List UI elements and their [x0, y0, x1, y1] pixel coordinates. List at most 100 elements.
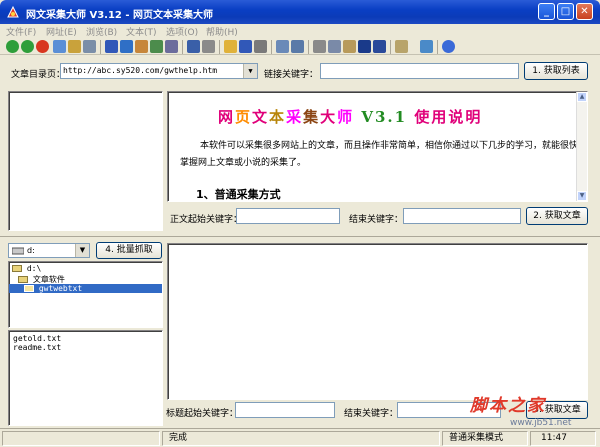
- menu-text[interactable]: 文本(T): [126, 25, 157, 38]
- folder-tree[interactable]: d:\ 文章软件 gwtwebtxt: [8, 261, 163, 328]
- cut-icon[interactable]: [313, 40, 326, 53]
- folder-open-icon: [12, 265, 22, 272]
- status-bar: 完成 普通采集模式 11:47: [0, 428, 600, 447]
- book-icon[interactable]: [150, 40, 163, 53]
- text-start-input[interactable]: [236, 208, 340, 224]
- batch-fetch-button[interactable]: 4. 批量抓取: [96, 242, 162, 259]
- url-value: http://abc.sy520.com/gwthelp.htm: [63, 66, 218, 75]
- doc-scrollbar[interactable]: ▲ ▼: [576, 92, 587, 201]
- status-time: 11:47: [530, 431, 596, 446]
- file-item[interactable]: getold.txt: [13, 334, 61, 343]
- doc-title-char: 明: [465, 108, 483, 126]
- file-list[interactable]: getold.txt readme.txt: [8, 330, 163, 426]
- go-icon[interactable]: [105, 40, 118, 53]
- title-start-label: 标题起始关键字：: [166, 409, 239, 419]
- link-keyword-label: 链接关键字：: [264, 70, 319, 80]
- fetch-icon[interactable]: [120, 40, 133, 53]
- doc-heading: 1、普通采集方式: [196, 188, 281, 201]
- title-bar[interactable]: 网文采集大师 V3.12 - 网页文本采集大师 _ □ ✕: [0, 0, 600, 24]
- tree-item-selected[interactable]: gwtwebtxt: [9, 284, 162, 293]
- doc-title-char: 网: [218, 108, 236, 126]
- stop-icon[interactable]: [36, 40, 49, 53]
- chevron-down-icon[interactable]: ▼: [75, 244, 89, 257]
- drive-icon: [12, 247, 24, 255]
- delete-icon[interactable]: [358, 40, 371, 53]
- drive-select[interactable]: d: ▼: [8, 243, 90, 258]
- tree-item-drive[interactable]: d:\: [12, 264, 41, 273]
- folder-open-icon: [18, 276, 28, 283]
- text-start-label: 正文起始关键字：: [170, 215, 243, 225]
- title-end-label: 结束关键字：: [344, 409, 399, 419]
- menu-browse[interactable]: 浏览(B): [86, 25, 117, 38]
- doc-title: 网页文本采集大师 V3.1 使用说明: [218, 106, 482, 127]
- doc-title-char: 说: [448, 108, 466, 126]
- tools-icon[interactable]: [395, 40, 408, 53]
- app-icon: [7, 5, 19, 18]
- undo-icon[interactable]: [373, 40, 386, 53]
- fetch-list-button[interactable]: 1. 获取列表: [524, 62, 588, 80]
- get-article-button[interactable]: 2. 获取文章: [526, 207, 588, 225]
- doc-title-char: 文: [252, 108, 270, 126]
- back-icon[interactable]: [6, 40, 19, 53]
- scroll-up-icon[interactable]: ▲: [577, 92, 587, 102]
- title-start-input[interactable]: [235, 402, 335, 418]
- url-select[interactable]: http://abc.sy520.com/gwthelp.htm ▼: [60, 63, 258, 79]
- menu-bar: 文件(F) 网址(E) 浏览(B) 文本(T) 选项(O) 帮助(H): [0, 24, 600, 39]
- find-icon[interactable]: [276, 40, 289, 53]
- refresh-icon[interactable]: [53, 40, 66, 53]
- doc-title-char: 集: [303, 108, 321, 126]
- splitter[interactable]: [0, 236, 600, 237]
- doc-title-char: 本: [269, 108, 287, 126]
- home-icon[interactable]: [68, 40, 81, 53]
- save-icon[interactable]: [239, 40, 252, 53]
- menu-url[interactable]: 网址(E): [46, 25, 77, 38]
- help-icon[interactable]: [442, 40, 455, 53]
- status-mode: 普通采集模式: [442, 431, 528, 446]
- text-end-label: 结束关键字：: [349, 215, 404, 225]
- list-icon[interactable]: [165, 40, 178, 53]
- link-keyword-input[interactable]: [320, 63, 519, 79]
- pause-icon[interactable]: [187, 40, 200, 53]
- doc-title-char: 师: [337, 108, 355, 126]
- chapter-list[interactable]: [8, 91, 163, 231]
- folder-icon[interactable]: [224, 40, 237, 53]
- copy-icon[interactable]: [328, 40, 341, 53]
- close-button[interactable]: ✕: [576, 3, 593, 20]
- maximize-button[interactable]: □: [557, 3, 574, 20]
- output-text-area[interactable]: [167, 243, 588, 400]
- scroll-down-icon[interactable]: ▼: [577, 191, 587, 201]
- minimize-button[interactable]: _: [538, 3, 555, 20]
- watermark-url: www.jb51.net: [510, 418, 572, 428]
- print-icon[interactable]: [254, 40, 267, 53]
- window-title: 网文采集大师 V3.12 - 网页文本采集大师: [26, 10, 214, 21]
- doc-paragraph: 本软件可以采集很多网站上的文章，而且操作非常简单，相信你通过以下几步的学习，就能…: [180, 141, 579, 168]
- chevron-down-icon[interactable]: ▼: [243, 64, 257, 78]
- drive-value: d:: [27, 246, 35, 255]
- watermark-brand: 脚本之家: [470, 396, 546, 416]
- menu-help[interactable]: 帮助(H): [206, 25, 238, 38]
- forward-icon[interactable]: [21, 40, 34, 53]
- text-end-input[interactable]: [403, 208, 521, 224]
- doc-title-char: 使: [414, 108, 432, 126]
- toolbar: [0, 39, 600, 55]
- file-item[interactable]: readme.txt: [13, 343, 61, 352]
- window-icon[interactable]: [420, 40, 433, 53]
- document-view[interactable]: 网页文本采集大师 V3.1 使用说明 本软件可以采集很多网站上的文章，而且操作非…: [167, 91, 588, 202]
- menu-file[interactable]: 文件(F): [6, 25, 36, 38]
- bars-icon[interactable]: [202, 40, 215, 53]
- status-message: 完成: [162, 431, 440, 446]
- watermark: 脚本之家 www.jb51.net: [470, 391, 571, 428]
- doc-title-char: 用: [431, 108, 449, 126]
- url-label: 文章目录页：: [11, 70, 66, 80]
- folder-open-icon: [24, 285, 34, 292]
- batch-icon[interactable]: [135, 40, 148, 53]
- search-icon[interactable]: [83, 40, 96, 53]
- status-cell-empty: [2, 431, 160, 446]
- doc-title-char: V3.1: [354, 108, 415, 126]
- find-next-icon[interactable]: [291, 40, 304, 53]
- doc-title-char: 大: [320, 108, 338, 126]
- menu-options[interactable]: 选项(O): [166, 25, 198, 38]
- paste-icon[interactable]: [343, 40, 356, 53]
- doc-title-char: 页: [235, 108, 253, 126]
- doc-title-char: 采: [286, 108, 304, 126]
